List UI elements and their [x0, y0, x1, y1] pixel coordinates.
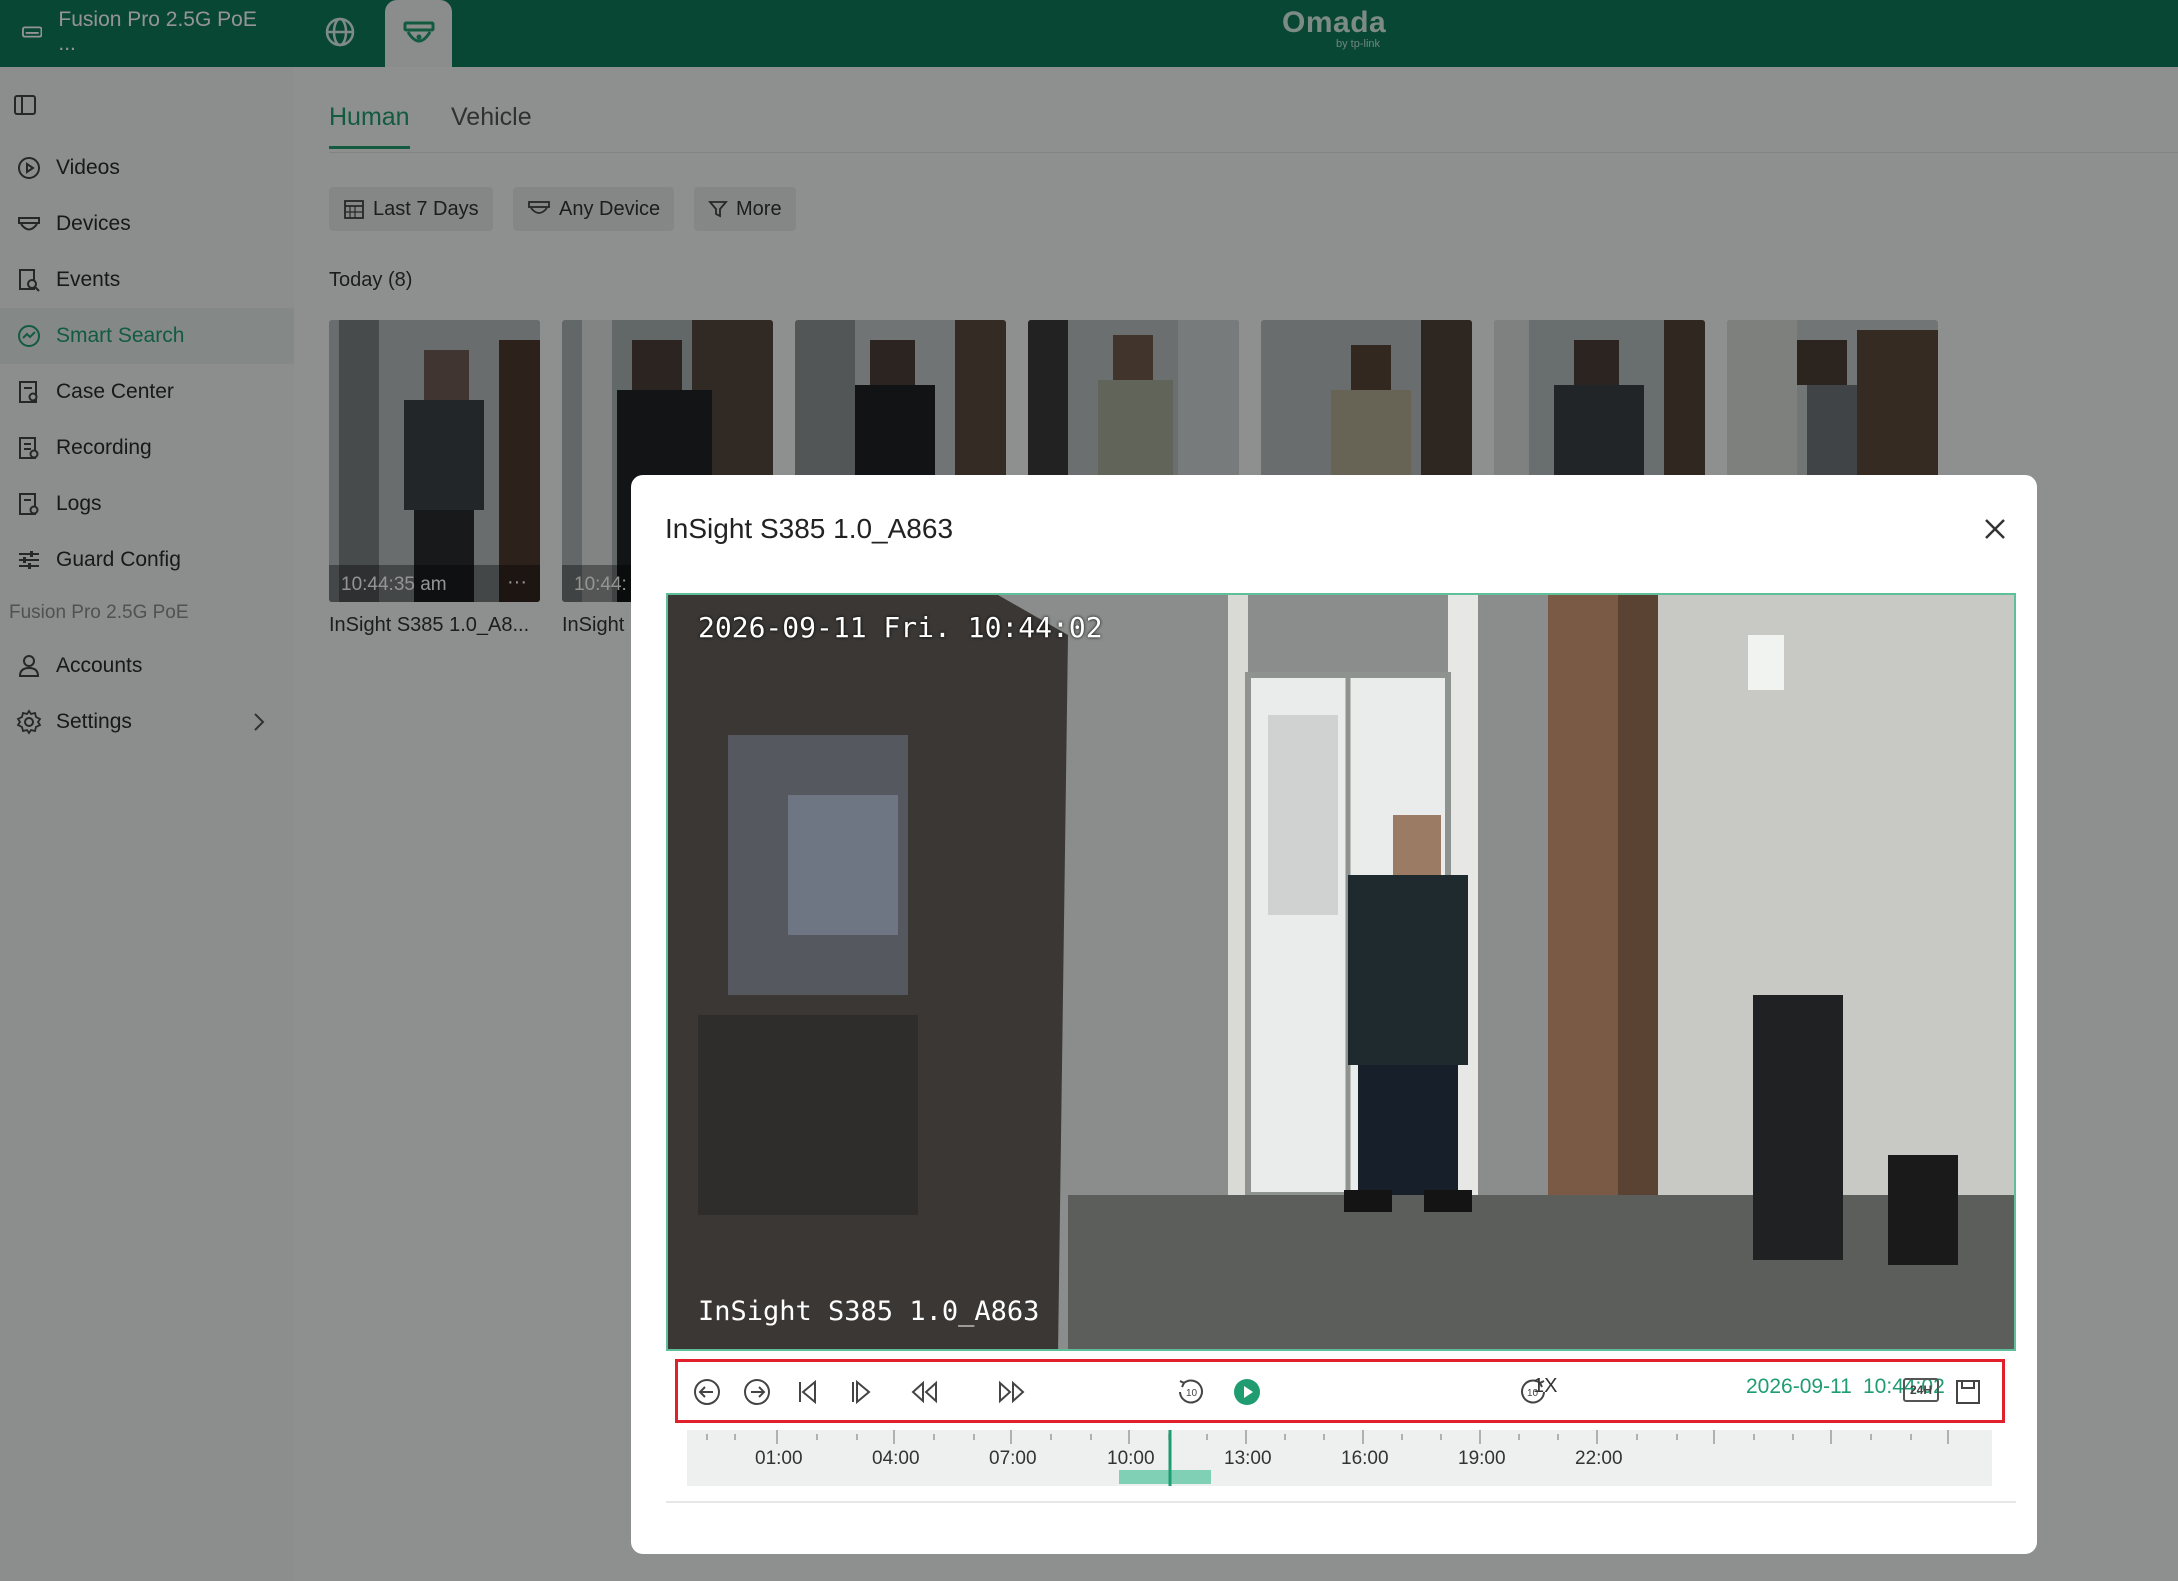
video-frame[interactable]: 2026-09-11 Fri. 10:44:02 InSight S385 1.… [666, 593, 2016, 1351]
close-icon[interactable] [1979, 513, 2011, 545]
play-icon[interactable] [1231, 1376, 1263, 1408]
timeline[interactable]: 01:00 04:00 07:00 10:00 13:00 16:00 19:0… [687, 1430, 1992, 1486]
playback-speed[interactable]: 1X [1533, 1375, 1557, 1398]
video-player-modal: InSight S385 1.0_A863 2026-09-11 Fri. 10… [631, 475, 2037, 1554]
timeline-label: 07:00 [989, 1448, 1037, 1469]
timeline-label: 22:00 [1575, 1448, 1623, 1469]
modal-title: InSight S385 1.0_A863 [665, 513, 954, 544]
speed-up-icon[interactable] [994, 1376, 1030, 1408]
next-event-icon[interactable] [741, 1376, 773, 1408]
slow-down-icon[interactable] [906, 1376, 942, 1408]
timeline-label: 13:00 [1224, 1448, 1272, 1469]
osd-camera-name: InSight S385 1.0_A863 [698, 1296, 1039, 1327]
timeline-label: 10:00 [1107, 1448, 1155, 1469]
svg-text:10: 10 [1186, 1388, 1198, 1399]
modal-divider [666, 1501, 2016, 1503]
osd-timestamp: 2026-09-11 Fri. 10:44:02 [698, 611, 1103, 644]
rewind-10s-icon[interactable]: 10 [1175, 1376, 1207, 1408]
timeline-label: 16:00 [1341, 1448, 1389, 1469]
video-image: 2026-09-11 Fri. 10:44:02 InSight S385 1.… [668, 595, 2014, 1349]
24h-toggle[interactable]: 24H [1903, 1378, 1939, 1402]
timeline-label: 19:00 [1458, 1448, 1506, 1469]
recording-segment[interactable] [1119, 1470, 1211, 1484]
previous-event-icon[interactable] [691, 1376, 723, 1408]
frame-forward-icon[interactable] [845, 1376, 877, 1408]
timeline-label: 04:00 [872, 1448, 920, 1469]
playback-date[interactable]: 2026-09-11 [1746, 1375, 1852, 1399]
timeline-label: 01:00 [755, 1448, 803, 1469]
save-icon[interactable] [1952, 1376, 1984, 1408]
frame-back-icon[interactable] [793, 1376, 825, 1408]
